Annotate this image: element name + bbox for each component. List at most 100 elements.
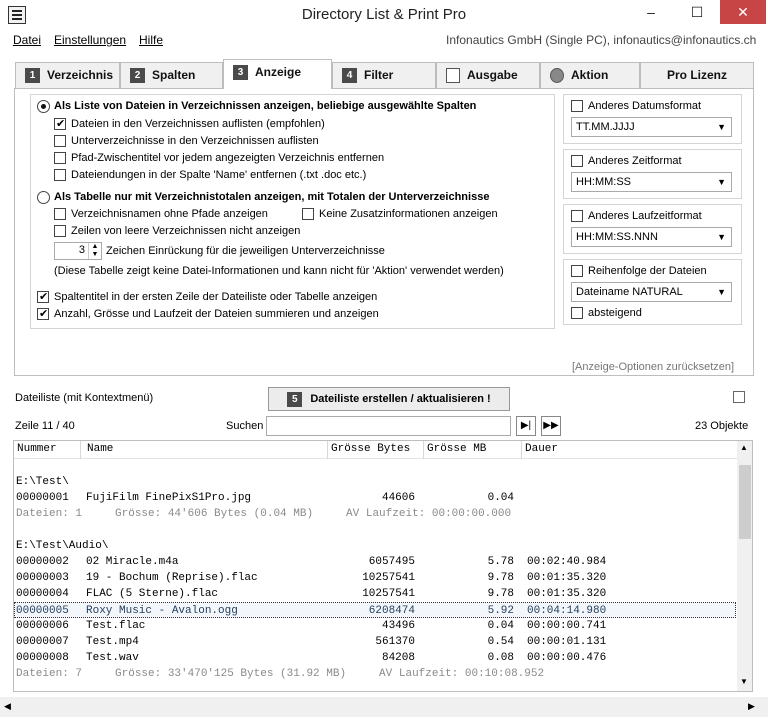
menu-hilfe[interactable]: Hilfe [139, 33, 163, 47]
checkbox-date-format-label: Anderes Datumsformat [588, 100, 702, 112]
checkbox-no-extra-info[interactable] [302, 208, 314, 220]
summary-row[interactable]: Dateien: 7 Grösse: 33'470'125 Bytes (31.… [14, 666, 736, 682]
scroll-up-icon[interactable]: ▲ [740, 443, 748, 452]
tab-aktion[interactable]: Aktion [540, 62, 640, 88]
cell-mb: 0.54 [487, 636, 514, 648]
checkbox-hide-empty-dirs-label: Zeilen von leere Verzeichnissen nicht an… [71, 225, 301, 237]
file-order-select[interactable]: Dateiname NATURAL ▼ [571, 282, 732, 302]
checkbox-file-order-label: Reihenfolge der Dateien [588, 265, 707, 277]
cell-number: 00000001 [16, 492, 69, 504]
column-header-number[interactable]: Nummer [14, 441, 81, 459]
checkbox-column-titles[interactable] [37, 291, 49, 303]
tab-number: 2 [130, 68, 145, 84]
checkbox-time-format[interactable] [571, 155, 583, 167]
file-list-table[interactable]: Nummer Name Grösse Bytes Grösse MB Dauer… [13, 440, 753, 692]
menu-einstellungen[interactable]: Einstellungen [54, 33, 126, 47]
table-row[interactable]: 00000003 19 - Bochum (Reprise).flac 102575… [14, 570, 736, 586]
table-row[interactable]: 00000008 Test.wav 84208 0.08 00:00:00.476 [14, 650, 736, 666]
tab-pro-lizenz[interactable]: Pro Lizenz [640, 62, 754, 88]
checkbox-file-order[interactable] [571, 265, 583, 277]
tab-anzeige[interactable]: 3 Anzeige [223, 59, 332, 89]
cell-bytes: 10257541 [362, 572, 415, 584]
table-row[interactable]: 00000002 02 Miracle.m4a 6057495 5.78 00:02:4… [14, 554, 736, 570]
cell-name: Test.wav [86, 652, 139, 664]
chevron-down-icon: ▼ [717, 232, 726, 242]
tab-spalten[interactable]: 2 Spalten [120, 62, 223, 88]
spinner-arrows-icon[interactable]: ▲ ▼ [88, 243, 101, 259]
checkbox-remove-path-titles[interactable] [54, 152, 66, 164]
file-order-value: Dateiname NATURAL [576, 286, 683, 298]
summary-row[interactable]: Dateien: 1 Grösse: 44'606 Bytes (0.04 MB… [14, 506, 736, 522]
checkbox-date-format[interactable] [571, 100, 583, 112]
scroll-down-icon[interactable]: ▼ [740, 677, 748, 686]
column-header-mb[interactable]: Grösse MB [424, 441, 522, 459]
vertical-scrollbar[interactable]: ▲ ▼ [737, 441, 752, 691]
checkbox-list-subdirs[interactable] [54, 135, 66, 147]
list-settings-icon[interactable] [733, 391, 745, 403]
cell-name: 02 Miracle.m4a [86, 556, 179, 568]
search-label: Suchen [226, 420, 264, 432]
checkbox-list-files[interactable] [54, 118, 66, 130]
cell-name: 19 - Bochum (Reprise).flac [86, 572, 258, 584]
checkbox-dirnames-no-path[interactable] [54, 208, 66, 220]
menu-datei[interactable]: Datei [13, 33, 41, 47]
radio-list-mode-label: Als Liste von Dateien in Verzeichnissen … [54, 100, 477, 112]
directory-row[interactable]: E:\Test\ [14, 474, 736, 490]
table-row[interactable]: 00000006 Test.flac 43496 0.04 00:00:00.741 [14, 618, 736, 634]
create-list-button[interactable]: 5 Dateiliste erstellen / aktualisieren ! [268, 387, 510, 411]
create-list-label: Dateiliste erstellen / aktualisieren ! [310, 393, 491, 405]
tab-filter[interactable]: 4 Filter [332, 62, 436, 88]
cell-mb: 5.78 [487, 556, 514, 568]
indent-spinner[interactable]: 3 ▲ ▼ [54, 242, 102, 260]
company-info: Infonautics GmbH (Single PC), infonautic… [446, 33, 757, 47]
radio-table-mode[interactable] [37, 191, 50, 204]
column-header-name[interactable]: Name [84, 441, 328, 459]
tab-ausgabe[interactable]: Ausgabe [436, 62, 540, 88]
duration-format-select[interactable]: HH:MM:SS.NNN ▼ [571, 227, 732, 247]
close-button[interactable]: ✕ [720, 0, 766, 24]
indent-value: 3 [78, 244, 85, 256]
checkbox-duration-format[interactable] [571, 210, 583, 222]
horizontal-scrollbar[interactable]: ◀ ▶ [0, 697, 768, 717]
find-all-icon[interactable]: ▶▶ [541, 416, 561, 436]
cell-duration: 00:01:35.320 [527, 572, 607, 584]
tab-verzeichnis[interactable]: 1 Verzeichnis [15, 62, 120, 88]
cell-mb: 0.04 [487, 620, 514, 632]
chevron-down-icon: ▼ [717, 287, 726, 297]
column-header-bytes[interactable]: Grösse Bytes [328, 441, 424, 459]
scroll-right-icon[interactable]: ▶ [748, 701, 755, 712]
time-format-select[interactable]: HH:MM:SS ▼ [571, 172, 732, 192]
checkbox-hide-empty-dirs[interactable] [54, 225, 66, 237]
directory-row[interactable]: E:\Test\Audio\ [14, 538, 736, 554]
find-next-icon[interactable]: ▶| [516, 416, 536, 436]
maximize-button[interactable]: ☐ [674, 0, 720, 24]
time-format-value: HH:MM:SS [576, 176, 631, 188]
tab-label: Ausgabe [467, 68, 518, 82]
checkbox-summarize[interactable] [37, 308, 49, 320]
search-input[interactable] [266, 416, 511, 436]
column-header-duration[interactable]: Dauer [522, 441, 736, 459]
scroll-left-icon[interactable]: ◀ [4, 701, 11, 712]
checkbox-remove-extensions[interactable] [54, 169, 66, 181]
table-row-selected[interactable]: 00000005 Roxy Music - Avalon.ogg 6208474 5.… [14, 602, 736, 618]
table-row[interactable]: 00000004 FLAC (5 Sterne).flac 10257541 9.78… [14, 586, 736, 602]
cell-mb: 0.08 [487, 652, 514, 664]
table-row[interactable]: 00000007 Test.mp4 561370 0.54 00:00:01.131 [14, 634, 736, 650]
table-row[interactable]: 00000001 FujiFilm FinePixS1Pro.jpg 44606 0.… [14, 490, 736, 506]
reset-options-link[interactable]: [Anzeige-Optionen zurücksetzen] [572, 361, 734, 373]
minimize-button[interactable]: – [628, 0, 674, 24]
cell-bytes: 561370 [375, 636, 415, 648]
cell-duration: 00:00:01.131 [527, 636, 607, 648]
cell-number: 00000005 [16, 605, 69, 617]
radio-list-mode[interactable] [37, 100, 50, 113]
checkbox-list-subdirs-label: Unterverzeichnisse in den Verzeichnissen… [71, 135, 319, 147]
checkbox-no-extra-info-label: Keine Zusatzinformationen anzeigen [319, 208, 498, 220]
cell-mb: 0.04 [487, 492, 514, 504]
checkbox-summarize-label: Anzahl, Grösse und Laufzeit der Dateien … [54, 308, 379, 320]
checkbox-descending[interactable] [571, 307, 583, 319]
scrollbar-thumb[interactable] [739, 465, 751, 539]
table-header: Nummer Name Grösse Bytes Grösse MB Dauer [14, 441, 737, 459]
cell-number: 00000003 [16, 572, 69, 584]
date-format-select[interactable]: TT.MM.JJJJ ▼ [571, 117, 732, 137]
tab-number: 3 [233, 65, 248, 81]
